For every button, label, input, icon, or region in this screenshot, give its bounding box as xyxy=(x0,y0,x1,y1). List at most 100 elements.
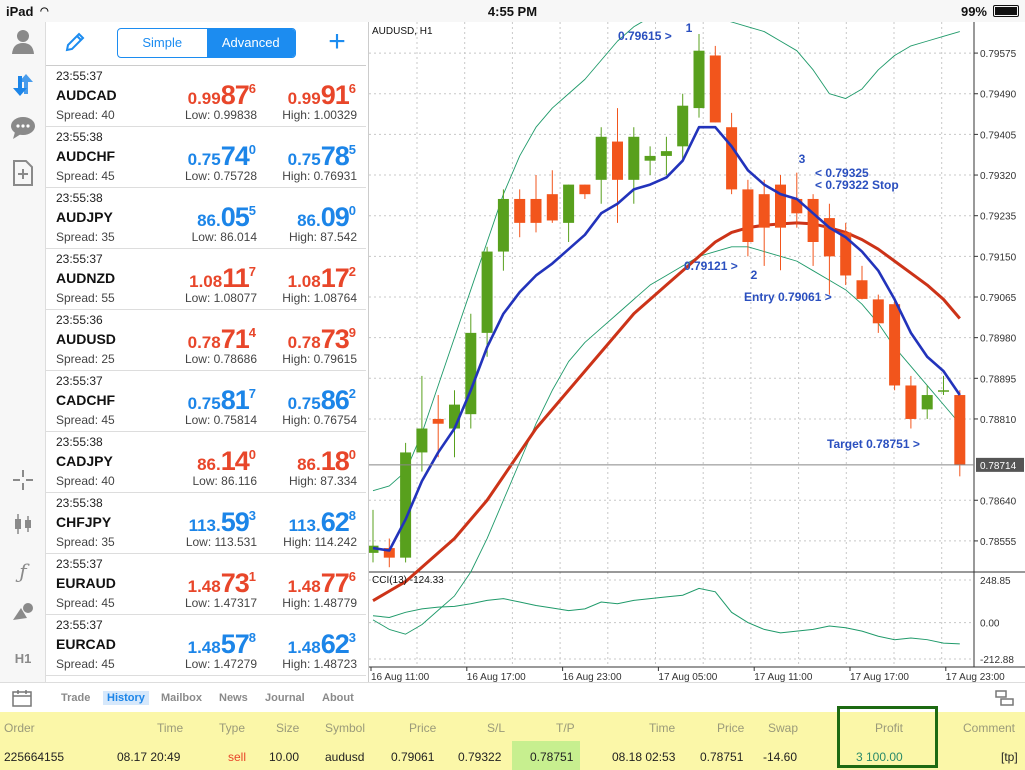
candle-body xyxy=(905,385,917,419)
bid-price[interactable]: 0.75817 xyxy=(156,385,256,416)
ask-price[interactable]: 1.08172 xyxy=(256,263,356,294)
quote-spread: Spread: 35 xyxy=(56,535,115,549)
bid-price-pips: 71 xyxy=(220,324,250,354)
function-icon[interactable]: ƒ xyxy=(8,556,38,586)
quote-row-cadjpy[interactable]: 23:55:38 CADJPY Spread: 40 Low: 86.116 High:… xyxy=(46,432,366,493)
bid-price-pips: 11 xyxy=(222,263,250,293)
add-symbol-plus-icon[interactable]: + xyxy=(322,26,352,58)
cell-size: 10.00 xyxy=(269,750,300,764)
bid-price[interactable]: 0.99876 xyxy=(156,80,256,111)
ask-price-pips: 62 xyxy=(320,507,350,537)
price-axis-label: 0.79065 xyxy=(980,293,1017,304)
simple-tab[interactable]: Simple xyxy=(118,29,207,57)
arrows-icon[interactable] xyxy=(8,72,38,102)
new-doc-icon[interactable] xyxy=(8,160,38,190)
tab-history[interactable]: History xyxy=(103,691,149,705)
ask-price-pips: 73 xyxy=(320,324,350,354)
advanced-tab[interactable]: Advanced xyxy=(206,29,295,57)
pencil-icon[interactable] xyxy=(64,31,88,55)
ask-price-prefix: 113. xyxy=(288,516,321,535)
ask-price-fraction: 6 xyxy=(348,569,356,584)
quote-row-chfjpy[interactable]: 23:55:38 CHFJPY Spread: 35 Low: 113.531 High… xyxy=(46,493,366,554)
quote-row-audusd[interactable]: 23:55:36 AUDUSD Spread: 25 Low: 0.78686 High… xyxy=(46,310,366,371)
bid-price[interactable]: 86.140 xyxy=(156,446,256,477)
bid-price[interactable]: 86.055 xyxy=(156,202,256,233)
candle-body xyxy=(938,390,949,392)
price-axis-label: 0.78980 xyxy=(980,334,1017,345)
ask-price[interactable]: 0.75785 xyxy=(256,141,356,172)
objects-icon[interactable] xyxy=(8,600,38,630)
candle-body xyxy=(514,198,526,223)
quote-row-cadchf[interactable]: 23:55:37 CADCHF Spread: 45 Low: 0.75814 High… xyxy=(46,371,366,432)
quote-spread: Spread: 45 xyxy=(56,169,115,183)
bid-price[interactable]: 113.593 xyxy=(156,507,256,538)
price-axis-label: 0.78895 xyxy=(980,374,1017,385)
ask-price-pips: 62 xyxy=(320,629,350,659)
chat-icon[interactable] xyxy=(8,116,38,146)
quote-row-euraud[interactable]: 23:55:37 EURAUD Spread: 45 Low: 1.47317 High… xyxy=(46,554,366,615)
tab-about[interactable]: About xyxy=(322,692,354,704)
quote-symbol: CADCHF xyxy=(56,392,116,408)
quote-row-audnzd[interactable]: 23:55:37 AUDNZD Spread: 55 Low: 1.08077 High… xyxy=(46,249,366,310)
price-axis-label: 0.79490 xyxy=(980,90,1017,101)
candle-body xyxy=(921,395,933,410)
time-axis-label: 17 Aug 17:00 xyxy=(850,672,909,682)
quote-row-audchf[interactable]: 23:55:38 AUDCHF Spread: 45 Low: 0.75728 High… xyxy=(46,127,366,188)
bid-price-fraction: 6 xyxy=(248,81,256,96)
candle-body xyxy=(889,304,901,386)
bid-price-fraction: 4 xyxy=(248,325,256,340)
quote-time: 23:55:36 xyxy=(56,313,103,327)
bid-price-fraction: 7 xyxy=(248,386,256,401)
bid-price[interactable]: 1.08117 xyxy=(156,263,256,294)
bid-price[interactable]: 1.48578 xyxy=(156,629,256,660)
ask-price-pips: 18 xyxy=(320,446,350,476)
candle-body xyxy=(758,194,770,228)
quote-spread: Spread: 25 xyxy=(56,352,115,366)
ask-price[interactable]: 0.75862 xyxy=(256,385,356,416)
ask-price[interactable]: 1.48623 xyxy=(256,629,356,660)
ask-price[interactable]: 86.090 xyxy=(256,202,356,233)
col-comment: Comment xyxy=(963,721,1016,735)
chart-annotation: < 0.79322 Stop xyxy=(815,178,899,192)
ask-price[interactable]: 1.48776 xyxy=(256,568,356,599)
tab-trade[interactable]: Trade xyxy=(61,692,90,704)
calendar-icon[interactable] xyxy=(12,689,32,707)
quote-spread: Spread: 35 xyxy=(56,230,115,244)
ask-price-pips: 09 xyxy=(320,202,350,232)
quote-time: 23:55:38 xyxy=(56,130,103,144)
quote-time: 23:55:38 xyxy=(56,191,103,205)
tab-news[interactable]: News xyxy=(219,692,248,704)
candle-body xyxy=(954,395,966,465)
crosshair-icon[interactable] xyxy=(8,468,38,498)
time-axis-label: 17 Aug 11:00 xyxy=(754,672,813,682)
quote-row-audcad[interactable]: 23:55:37 AUDCAD Spread: 40 Low: 0.99838 High… xyxy=(46,66,366,127)
timeframe-label[interactable]: H1 xyxy=(8,644,38,674)
ask-price[interactable]: 0.99916 xyxy=(256,80,356,111)
bid-price[interactable]: 0.75740 xyxy=(156,141,256,172)
bid-price[interactable]: 0.78714 xyxy=(156,324,256,355)
quote-row-audjpy[interactable]: 23:55:38 AUDJPY Spread: 35 Low: 86.014 High:… xyxy=(46,188,366,249)
split-view-icon[interactable] xyxy=(995,689,1015,707)
price-chart-svg[interactable]: 0.78714 0.79575 0.79490 0.79405 0.79320 0.792… xyxy=(367,16,1025,683)
quote-symbol: EURAUD xyxy=(56,575,116,591)
person-icon[interactable] xyxy=(8,28,38,58)
quote-symbol: AUDJPY xyxy=(56,209,113,225)
ask-price-pips: 86 xyxy=(320,385,350,415)
candles-icon[interactable] xyxy=(8,512,38,542)
chart-area[interactable]: 0.78714 0.79575 0.79490 0.79405 0.79320 0.792… xyxy=(367,16,1025,683)
tab-journal[interactable]: Journal xyxy=(265,692,305,704)
cell-order: 225664155 xyxy=(4,750,65,764)
price-axis-label: 0.79575 xyxy=(980,49,1017,60)
cell-tp: 0.78751 xyxy=(530,750,574,764)
quote-row-eurcad[interactable]: 23:55:37 EURCAD Spread: 45 Low: 1.47279 High… xyxy=(46,615,366,676)
candle-body xyxy=(595,136,607,180)
battery-icon xyxy=(993,5,1019,17)
bid-price-pips: 74 xyxy=(220,141,250,171)
ask-price[interactable]: 113.628 xyxy=(256,507,356,538)
candle-body xyxy=(612,141,623,180)
ask-price[interactable]: 0.78739 xyxy=(256,324,356,355)
bid-price[interactable]: 1.48731 xyxy=(156,568,256,599)
tab-mailbox[interactable]: Mailbox xyxy=(161,692,202,704)
ask-price[interactable]: 86.180 xyxy=(256,446,356,477)
quote-spread: Spread: 45 xyxy=(56,657,115,671)
